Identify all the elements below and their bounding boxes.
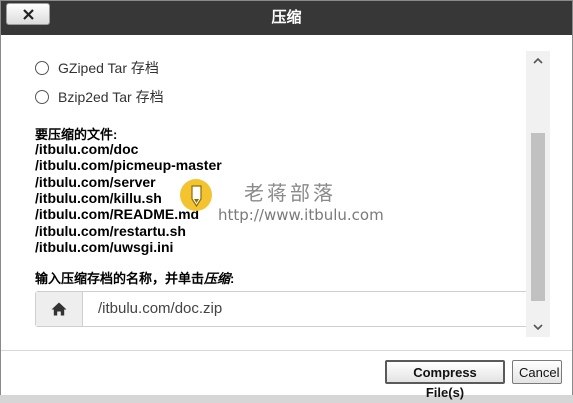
pencil-icon — [191, 185, 202, 208]
file-item: /itbulu.com/doc — [35, 141, 139, 157]
scroll-down-button[interactable] — [526, 317, 550, 337]
watermark-url: http://www.itbulu.com — [218, 206, 384, 224]
scrollbar-thumb[interactable] — [531, 133, 545, 301]
file-item: /itbulu.com/restartu.sh — [35, 223, 186, 239]
dialog-scrollbar[interactable] — [526, 51, 550, 337]
watermark-logo — [180, 179, 212, 211]
close-button[interactable] — [6, 3, 50, 25]
cancel-button[interactable]: Cancel — [512, 360, 562, 384]
watermark: 老蒋部落 http://www.itbulu.com — [178, 175, 398, 225]
file-item: /itbulu.com/README.md — [35, 206, 200, 222]
dialog-footer: Compress File(s) Cancel — [1, 350, 572, 400]
radio-bzip2-tar[interactable] — [35, 90, 49, 104]
chevron-up-icon — [533, 57, 543, 64]
radio-gzip-tar[interactable] — [35, 61, 49, 75]
close-icon — [23, 9, 34, 20]
home-addon — [36, 292, 83, 326]
archive-name-input[interactable] — [98, 292, 518, 326]
option-bzip2-tar[interactable]: Bzip2ed Tar 存档 — [35, 87, 164, 107]
option-gzip-tar-label: GZiped Tar 存档 — [58, 60, 159, 76]
scroll-up-button[interactable] — [526, 51, 550, 71]
archive-name-label-emph: 压缩 — [204, 271, 231, 286]
file-item: /itbulu.com/killu.sh — [35, 190, 162, 206]
home-icon — [51, 302, 67, 316]
watermark-title: 老蒋部落 — [244, 181, 336, 205]
dialog-titlebar: 压缩 — [1, 1, 572, 35]
file-item: /itbulu.com/picmeup-master — [35, 157, 222, 173]
compress-button[interactable]: Compress File(s) — [385, 360, 505, 400]
option-bzip2-tar-label: Bzip2ed Tar 存档 — [58, 89, 164, 105]
file-item: /itbulu.com/server — [35, 174, 156, 190]
option-gzip-tar[interactable]: GZiped Tar 存档 — [35, 58, 159, 78]
archive-name-label-text: 输入压缩存档的名称，并单击 — [35, 271, 205, 286]
archive-name-group — [35, 291, 531, 327]
chevron-down-icon — [533, 324, 543, 331]
archive-name-label-colon: : — [230, 271, 235, 286]
file-item: /itbulu.com/uwsgi.ini — [35, 239, 174, 255]
dialog-title: 压缩 — [271, 9, 302, 26]
compress-dialog: 压缩 GZiped Tar 存档 Bzip2ed Tar 存档 要压缩的文件: … — [0, 0, 573, 400]
archive-name-label: 输入压缩存档的名称，并单击压缩: — [35, 268, 234, 287]
